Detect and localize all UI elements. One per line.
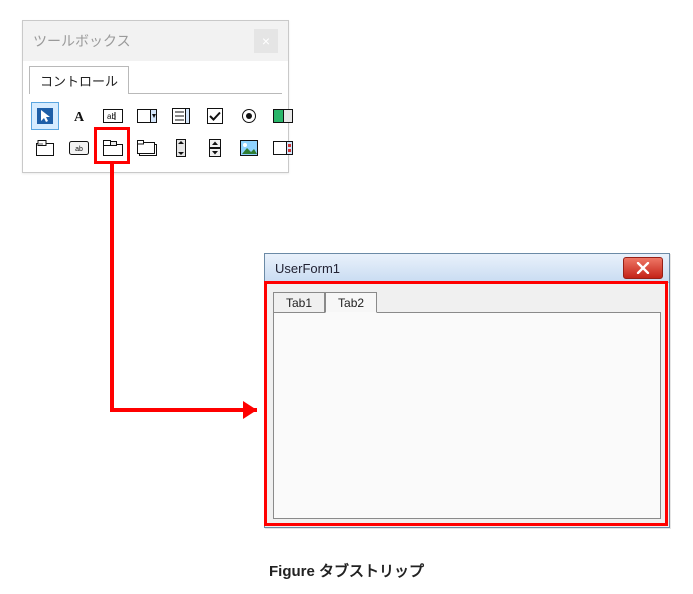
toolbox-close-button[interactable]: × xyxy=(254,29,278,53)
textbox-icon[interactable]: ab xyxy=(99,102,127,130)
toolbox-panel: ツールボックス × コントロール A ab xyxy=(22,20,289,173)
spinbutton-icon[interactable] xyxy=(201,134,229,162)
refedit-icon[interactable] xyxy=(269,134,297,162)
listbox-icon[interactable] xyxy=(167,102,195,130)
pointer-icon[interactable] xyxy=(31,102,59,130)
svg-text:A: A xyxy=(74,110,85,125)
image-icon[interactable] xyxy=(235,134,263,162)
tabstrip-tab-2[interactable]: Tab2 xyxy=(325,292,377,313)
toolbox-icon-grid: A ab xy ab xyxy=(29,100,282,162)
togglebutton-icon[interactable] xyxy=(269,102,297,130)
multipage-icon[interactable] xyxy=(133,134,161,162)
tabstrip-page xyxy=(273,312,661,519)
userform-body: Tab1 Tab2 xyxy=(273,290,661,519)
tabstrip-tab-1[interactable]: Tab1 xyxy=(273,292,325,313)
userform-title-text: UserForm1 xyxy=(275,261,340,276)
svg-text:xy: xy xyxy=(39,141,43,146)
toolbox-title-text: ツールボックス xyxy=(33,31,131,51)
tabstrip-control[interactable]: Tab1 Tab2 xyxy=(273,290,661,519)
toolbox-tab-controls[interactable]: コントロール xyxy=(29,66,129,94)
userform-titlebar[interactable]: UserForm1 xyxy=(265,254,669,283)
svg-text:ab: ab xyxy=(75,146,83,153)
userform-close-button[interactable] xyxy=(623,257,663,279)
checkbox-icon[interactable] xyxy=(201,102,229,130)
scrollbar-icon[interactable] xyxy=(167,134,195,162)
commandbutton-icon[interactable]: ab xyxy=(65,134,93,162)
frame-icon[interactable]: xy xyxy=(31,134,59,162)
tabstrip-tabs: Tab1 Tab2 xyxy=(273,290,661,312)
optionbutton-icon[interactable] xyxy=(235,102,263,130)
userform-window: UserForm1 Tab1 Tab2 xyxy=(264,253,670,528)
toolbox-titlebar: ツールボックス × xyxy=(23,21,288,61)
label-icon[interactable]: A xyxy=(65,102,93,130)
toolbox-body: コントロール A ab xyxy=(23,61,288,172)
toolbox-tabs: コントロール xyxy=(29,65,282,94)
tabstrip-icon[interactable] xyxy=(99,134,127,162)
combobox-icon[interactable] xyxy=(133,102,161,130)
figure-caption: Figure タブストリップ xyxy=(0,560,693,581)
close-icon xyxy=(636,262,650,274)
close-icon: × xyxy=(262,34,270,48)
